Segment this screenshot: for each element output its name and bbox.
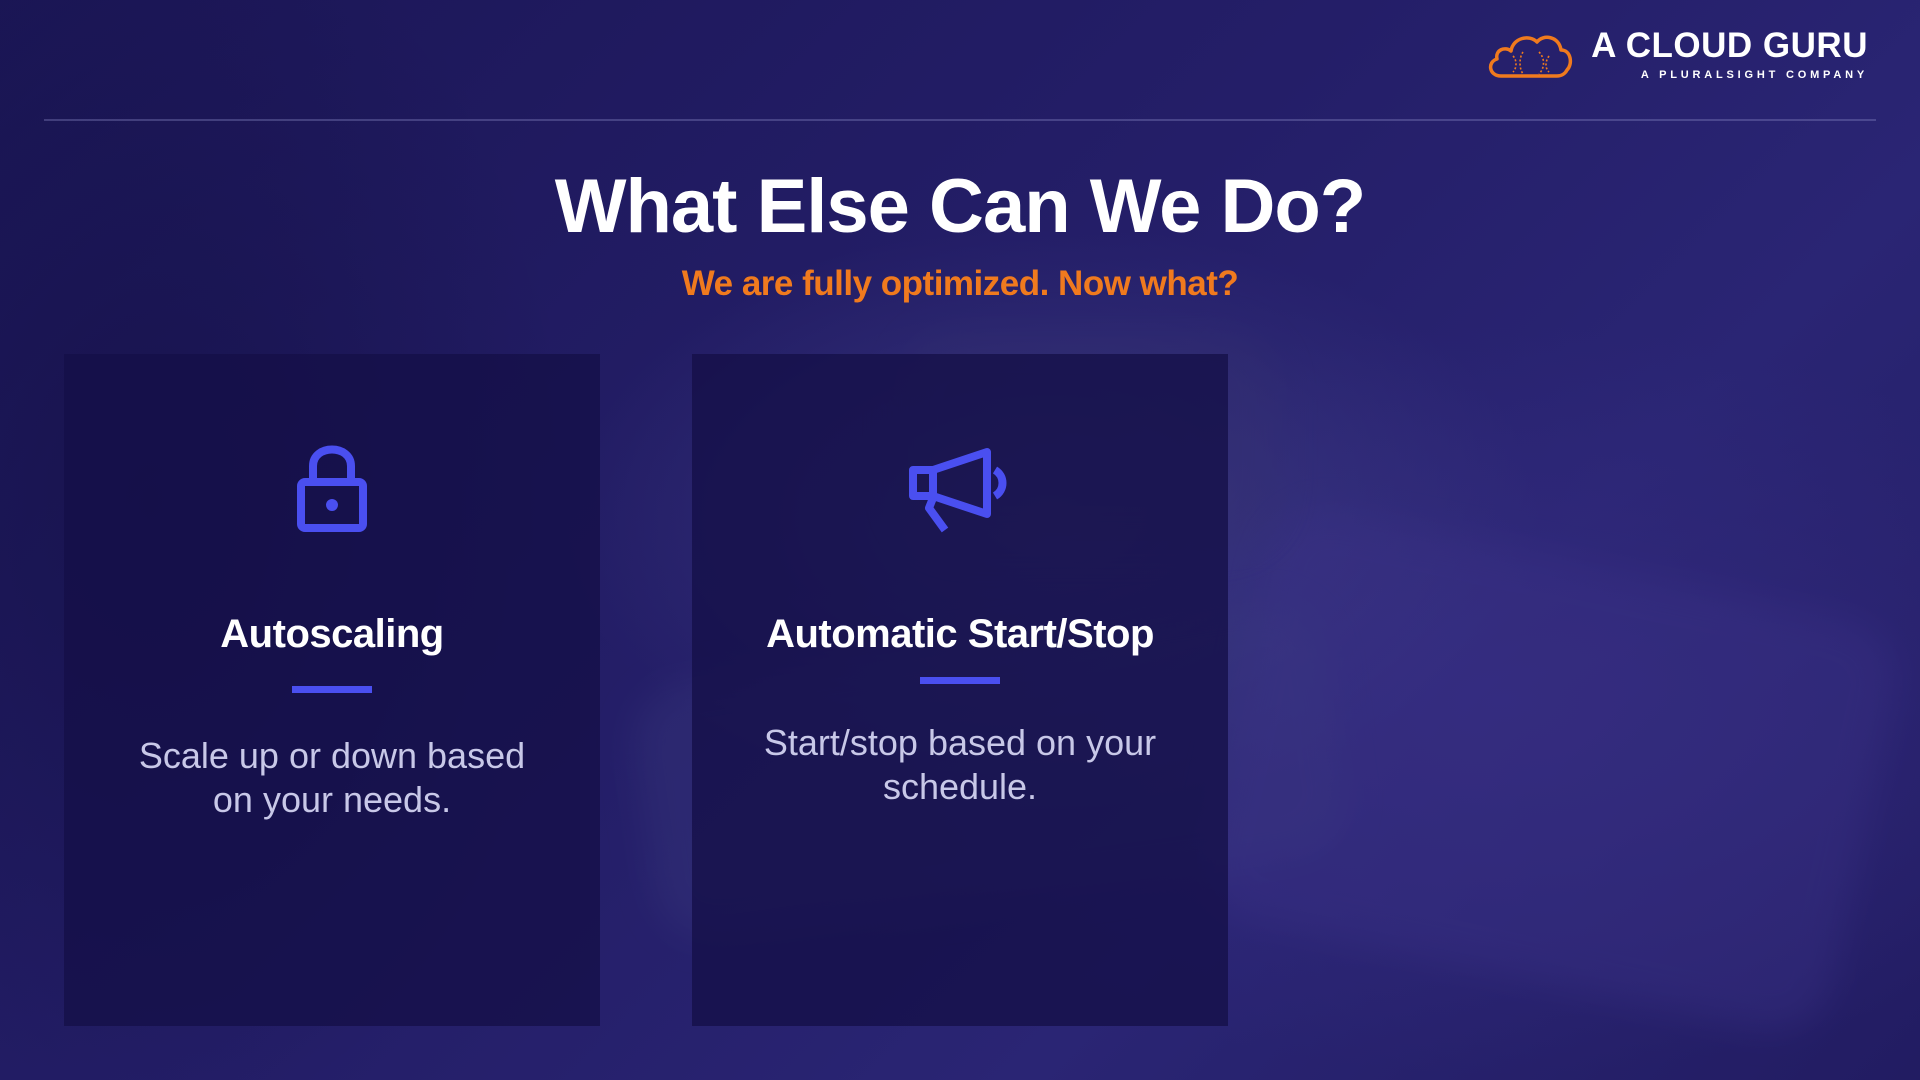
card-description: Start/stop based on your schedule. [763, 722, 1157, 807]
brand-logo: A CLOUD GURU A PLURALSIGHT COMPANY [1483, 26, 1868, 82]
card-underline [920, 677, 1000, 684]
slide: A CLOUD GURU A PLURALSIGHT COMPANY What … [0, 0, 1920, 1080]
slide-subtitle: We are fully optimized. Now what? [681, 264, 1239, 303]
background-texture [1193, 498, 1907, 1042]
header-divider [44, 119, 1876, 121]
slide-title: What Else Can We Do? [554, 164, 1366, 249]
card-title: Automatic Start/Stop [766, 612, 1154, 656]
brand-name: A CLOUD GURU [1591, 26, 1868, 65]
brand-text: A CLOUD GURU A PLURALSIGHT COMPANY [1591, 26, 1868, 82]
card-underline [292, 686, 372, 693]
brand-tagline: A PLURALSIGHT COMPANY [1640, 69, 1868, 81]
lock-icon [297, 445, 367, 532]
megaphone-icon [909, 448, 1007, 533]
card-title: Autoscaling [220, 612, 444, 656]
cloud-logo-icon [1489, 35, 1573, 78]
card-description: Scale up or down based on your needs. [138, 735, 526, 820]
